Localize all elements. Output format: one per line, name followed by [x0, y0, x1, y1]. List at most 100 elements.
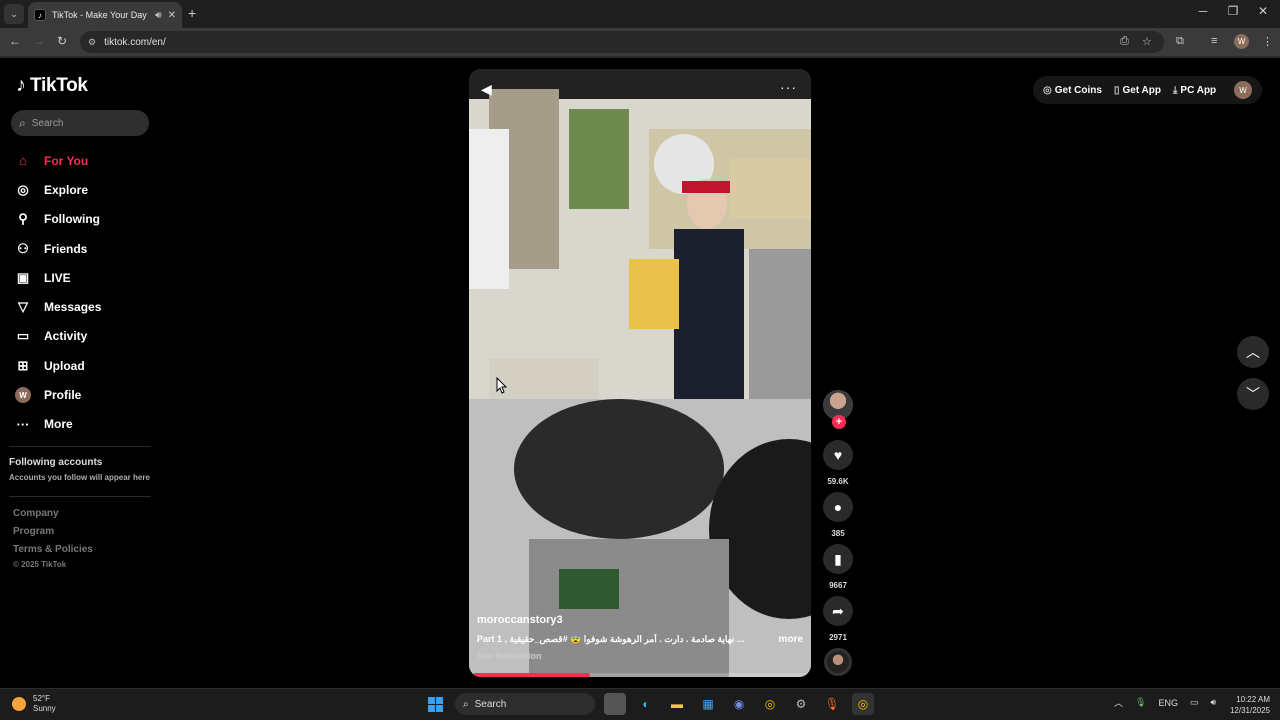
settings-gear-icon[interactable]: ⚙ — [790, 693, 812, 715]
action-rail: + ♥ 59.6K ● 385 ▮ 9667 ➦ 2971 — [822, 390, 854, 676]
chevron-up-icon: ︿ — [1246, 344, 1260, 360]
close-window-button[interactable]: ✕ — [1248, 4, 1278, 18]
sidebar-item-profile[interactable]: W Profile — [14, 380, 101, 409]
phone-icon: ▯ — [1113, 84, 1120, 96]
footer-link-company[interactable]: Company — [13, 508, 93, 526]
browser-profile-avatar[interactable]: W — [1234, 34, 1249, 49]
minimize-button[interactable]: ─ — [1188, 4, 1218, 18]
browser-menu-icon[interactable]: ⋮ — [1262, 35, 1273, 48]
taskbar-apps: ⌕ Search ◐ ▬ ▦ ◉ ◎ ⚙ 🎙︎ ◎ — [424, 693, 874, 715]
plus-square-icon: ⊞ — [17, 357, 29, 373]
get-app-button[interactable]: ▯ Get App — [1114, 85, 1161, 96]
media-control-icon[interactable]: ≡ — [1211, 35, 1217, 47]
task-view-icon[interactable] — [604, 693, 626, 715]
get-coins-button[interactable]: ◎ Get Coins — [1043, 85, 1102, 96]
following-accounts-title: Following accounts — [9, 457, 103, 468]
taskbar-clock[interactable]: 10:22 AM 12/31/2025 — [1222, 694, 1270, 716]
save-count: 9667 — [829, 580, 847, 590]
taskbar-search[interactable]: ⌕ Search — [455, 693, 595, 715]
inbox-icon: ▭ — [16, 328, 30, 344]
start-button[interactable] — [424, 693, 446, 715]
video-player[interactable]: ◀ ··· moroccanstory3 Part 1 , نهاية صادم… — [469, 69, 811, 677]
network-icon[interactable]: ▭ — [1190, 697, 1199, 708]
tiktok-favicon-icon: ♪ — [34, 9, 46, 21]
chevron-down-icon: ﹀ — [1246, 386, 1260, 402]
video-progress-bar[interactable] — [473, 673, 807, 677]
top-right-actions: ◎ Get Coins ▯ Get App ⤓ PC App W — [1033, 76, 1262, 104]
sidebar-item-friends[interactable]: ⚇ Friends — [14, 234, 101, 263]
sidebar-item-more[interactable]: ··· More — [14, 410, 101, 439]
tab-title: TikTok - Make Your Day — [52, 10, 147, 20]
sun-icon — [12, 697, 26, 711]
restore-button[interactable]: ❐ — [1218, 4, 1248, 18]
sidebar-item-following[interactable]: ⚲ Following — [14, 205, 101, 234]
video-progress-fill — [473, 673, 590, 677]
pc-app-button[interactable]: ⤓ PC App — [1173, 85, 1216, 96]
volume-icon[interactable]: ◀ — [481, 81, 492, 98]
like-button[interactable]: ♥ — [823, 440, 853, 470]
search-bar[interactable]: ⌕ — [11, 110, 149, 136]
video-caption: moroccanstory3 Part 1 , نهاية صادمة . دا… — [477, 614, 803, 661]
volume-icon[interactable]: 🔊︎ — [1210, 697, 1216, 708]
forward-button[interactable]: → — [33, 34, 45, 48]
reload-button[interactable]: ↻ — [57, 34, 67, 48]
video-description: Part 1 , نهاية صادمة . دارت . أمر الرهوش… — [477, 634, 745, 644]
following-accounts-hint: Accounts you follow will appear here — [9, 473, 150, 482]
search-input[interactable] — [31, 117, 132, 129]
sidebar-item-label: More — [44, 417, 73, 432]
extensions-icon[interactable]: ⧉ — [1176, 35, 1184, 48]
get-app-label: Get App — [1122, 84, 1161, 96]
file-explorer-icon[interactable]: ▬ — [666, 693, 688, 715]
language-indicator[interactable]: ENG — [1158, 698, 1178, 708]
sidebar-item-label: LIVE — [44, 270, 71, 285]
microphone-app-icon[interactable]: 🎙︎ — [821, 693, 843, 715]
sidebar-item-explore[interactable]: ◎ Explore — [14, 175, 101, 204]
previous-video-button[interactable]: ︿ — [1237, 336, 1269, 368]
weather-condition: Sunny — [33, 704, 56, 713]
next-video-button[interactable]: ﹀ — [1237, 378, 1269, 410]
bookmark-star-icon[interactable]: ☆ — [1142, 35, 1152, 48]
store-icon[interactable]: ▦ — [697, 693, 719, 715]
tiktok-logo[interactable]: ♪ TikTok — [16, 74, 88, 97]
creator-avatar[interactable]: + — [823, 390, 853, 429]
url-text: tiktok.com/en/ — [104, 36, 166, 48]
sidebar-item-label: Friends — [44, 241, 88, 256]
sidebar-item-activity[interactable]: ▭ Activity — [14, 322, 101, 351]
comment-button[interactable]: ● — [823, 492, 853, 522]
microphone-icon[interactable]: 🎙︎ — [1135, 697, 1146, 708]
site-info-icon[interactable]: ⚙ — [88, 37, 96, 48]
sidebar-item-messages[interactable]: ▽ Messages — [14, 292, 101, 321]
sidebar-item-upload[interactable]: ⊞ Upload — [14, 351, 101, 380]
tab-search-button[interactable]: ⌄ — [4, 4, 24, 24]
user-avatar[interactable]: W — [1234, 81, 1252, 99]
send-icon: ▽ — [18, 299, 28, 315]
follow-plus-icon[interactable]: + — [832, 415, 846, 429]
chrome-icon[interactable]: ◎ — [759, 693, 781, 715]
install-app-icon[interactable]: ⎙ — [1120, 35, 1129, 48]
chevron-up-icon[interactable]: ︿ — [1114, 696, 1123, 709]
share-button[interactable]: ➦ — [823, 596, 853, 626]
save-button[interactable]: ▮ — [823, 544, 853, 574]
more-options-icon[interactable]: ··· — [780, 79, 797, 95]
edge-icon[interactable]: ◐ — [635, 693, 657, 715]
sidebar-item-for-you[interactable]: ⌂ For You — [14, 146, 101, 175]
new-tab-button[interactable]: + — [188, 5, 196, 21]
speaker-icon[interactable]: 🔊︎ — [155, 10, 161, 21]
weather-widget[interactable]: 52°F Sunny — [12, 694, 56, 714]
see-translation-link[interactable]: See translation — [477, 651, 803, 661]
discord-icon[interactable]: ◉ — [728, 693, 750, 715]
chrome-active-icon[interactable]: ◎ — [852, 693, 874, 715]
music-disc-icon[interactable] — [824, 648, 852, 676]
back-button[interactable]: ← — [9, 34, 21, 48]
more-link[interactable]: more — [779, 634, 803, 645]
close-tab-icon[interactable]: ✕ — [168, 10, 176, 21]
video-author[interactable]: moroccanstory3 — [477, 614, 803, 626]
address-bar[interactable]: ⚙ tiktok.com/en/ — [80, 31, 1164, 53]
footer-link-program[interactable]: Program — [13, 526, 93, 544]
browser-tab-tiktok[interactable]: ♪ TikTok - Make Your Day 🔊︎ ✕ — [28, 2, 182, 28]
sidebar-item-live[interactable]: ▣ LIVE — [14, 263, 101, 292]
mouse-cursor-icon — [496, 377, 508, 394]
browser-tabstrip: ⌄ ♪ TikTok - Make Your Day 🔊︎ ✕ + ─ ❐ ✕ — [0, 0, 1280, 28]
download-icon: ⤓ — [1173, 84, 1178, 96]
person-follow-icon: ⚲ — [18, 211, 28, 227]
